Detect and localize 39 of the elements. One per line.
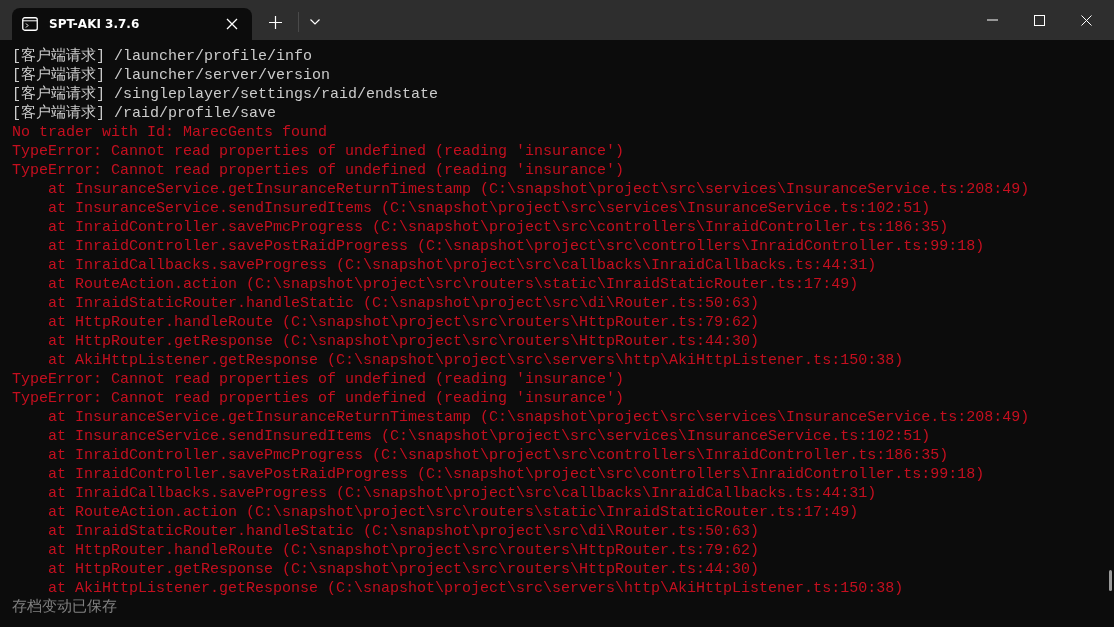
stack-trace-line: at InraidStaticRouter.handleStatic (C:\snapshot\project\src\di\Router.ts:50:63): [48, 523, 760, 540]
error-log-line: TypeError: Cannot read properties of undefined (reading 'insurance'): [12, 371, 625, 388]
error-log-line: TypeError: Cannot read properties of undefined (reading 'insurance'): [12, 162, 625, 179]
stack-trace-line: at InraidCallbacks.saveProgress (C:\snapshot\project\src\callbacks\InraidCallbacks.ts:44:31): [48, 485, 877, 502]
stack-trace-line: at InsuranceService.sendInsuredItems (C:\snapshot\project\src\services\InsuranceService.ts:102:51): [48, 428, 931, 445]
error-log-line: No trader with Id: MarecGents found: [12, 124, 328, 141]
close-tab-icon[interactable]: [226, 18, 238, 30]
terminal-icon: [22, 17, 38, 31]
error-log-line: TypeError: Cannot read properties of undefined (reading 'insurance'): [12, 390, 625, 407]
tab-title: SPT-AKI 3.7.6: [49, 17, 141, 31]
stack-trace-line: at HttpRouter.getResponse (C:\snapshot\project\src\routers\HttpRouter.ts:44:30): [48, 561, 760, 578]
maximize-icon[interactable]: [1034, 14, 1045, 26]
stack-trace-line: at InsuranceService.getInsuranceReturnTimestamp (C:\snapshot\project\src\services\InsuranceService.ts:208:49): [48, 181, 1030, 198]
stack-trace-line: at HttpRouter.getResponse (C:\snapshot\project\src\routers\HttpRouter.ts:44:30): [48, 333, 760, 350]
close-icon[interactable]: [1081, 14, 1092, 26]
stack-trace-line: at RouteAction.action (C:\snapshot\project\src\routers\static\InraidStaticRouter.ts:17:49): [48, 504, 859, 521]
stack-trace-line: at InraidController.savePostRaidProgress (C:\snapshot\project\src\controllers\InraidController.ts:99:18): [48, 238, 985, 255]
dropdown-chevron-icon[interactable]: [310, 19, 320, 25]
error-log-line: TypeError: Cannot read properties of undefined (reading 'insurance'): [12, 143, 625, 160]
request-log-line: [客户端请求] /singleplayer/settings/raid/endstate: [12, 86, 439, 103]
stack-trace-line: at HttpRouter.handleRoute (C:\snapshot\project\src\routers\HttpRouter.ts:79:62): [48, 314, 760, 331]
request-log-line: [客户端请求] /launcher/profile/info: [12, 48, 313, 65]
stack-trace-line: at HttpRouter.handleRoute (C:\snapshot\project\src\routers\HttpRouter.ts:79:62): [48, 542, 760, 559]
status-log-line: 存档变动已保存: [12, 599, 117, 616]
request-log-line: [客户端请求] /launcher/server/version: [12, 67, 331, 84]
stack-trace-line: at InraidController.savePmcProgress (C:\snapshot\project\src\controllers\InraidController.ts:186:35): [48, 447, 949, 464]
scrollbar-thumb[interactable]: [1109, 570, 1112, 591]
stack-trace-line: at AkiHttpListener.getResponse (C:\snapshot\project\src\servers\http\AkiHttpListener.ts:150:38): [48, 352, 904, 369]
new-tab-icon[interactable]: [269, 15, 282, 29]
stack-trace-line: at InraidStaticRouter.handleStatic (C:\snapshot\project\src\di\Router.ts:50:63): [48, 295, 760, 312]
stack-trace-line: at InsuranceService.sendInsuredItems (C:\snapshot\project\src\services\InsuranceService.ts:102:51): [48, 200, 931, 217]
request-log-line: [客户端请求] /raid/profile/save: [12, 105, 277, 122]
stack-trace-line: at InraidController.savePostRaidProgress (C:\snapshot\project\src\controllers\InraidController.ts:99:18): [48, 466, 985, 483]
terminal-tab[interactable]: SPT-AKI 3.7.6: [12, 8, 252, 40]
stack-trace-line: at RouteAction.action (C:\snapshot\project\src\routers\static\InraidStaticRouter.ts:17:49): [48, 276, 859, 293]
stack-trace-line: at InraidController.savePmcProgress (C:\snapshot\project\src\controllers\InraidController.ts:186:35): [48, 219, 949, 236]
stack-trace-line: at AkiHttpListener.getResponse (C:\snapshot\project\src\servers\http\AkiHttpListener.ts:150:38): [48, 580, 904, 597]
stack-trace-line: at InsuranceService.getInsuranceReturnTimestamp (C:\snapshot\project\src\services\InsuranceService.ts:208:49): [48, 409, 1030, 426]
stack-trace-line: at InraidCallbacks.saveProgress (C:\snapshot\project\src\callbacks\InraidCallbacks.ts:44:31): [48, 257, 877, 274]
